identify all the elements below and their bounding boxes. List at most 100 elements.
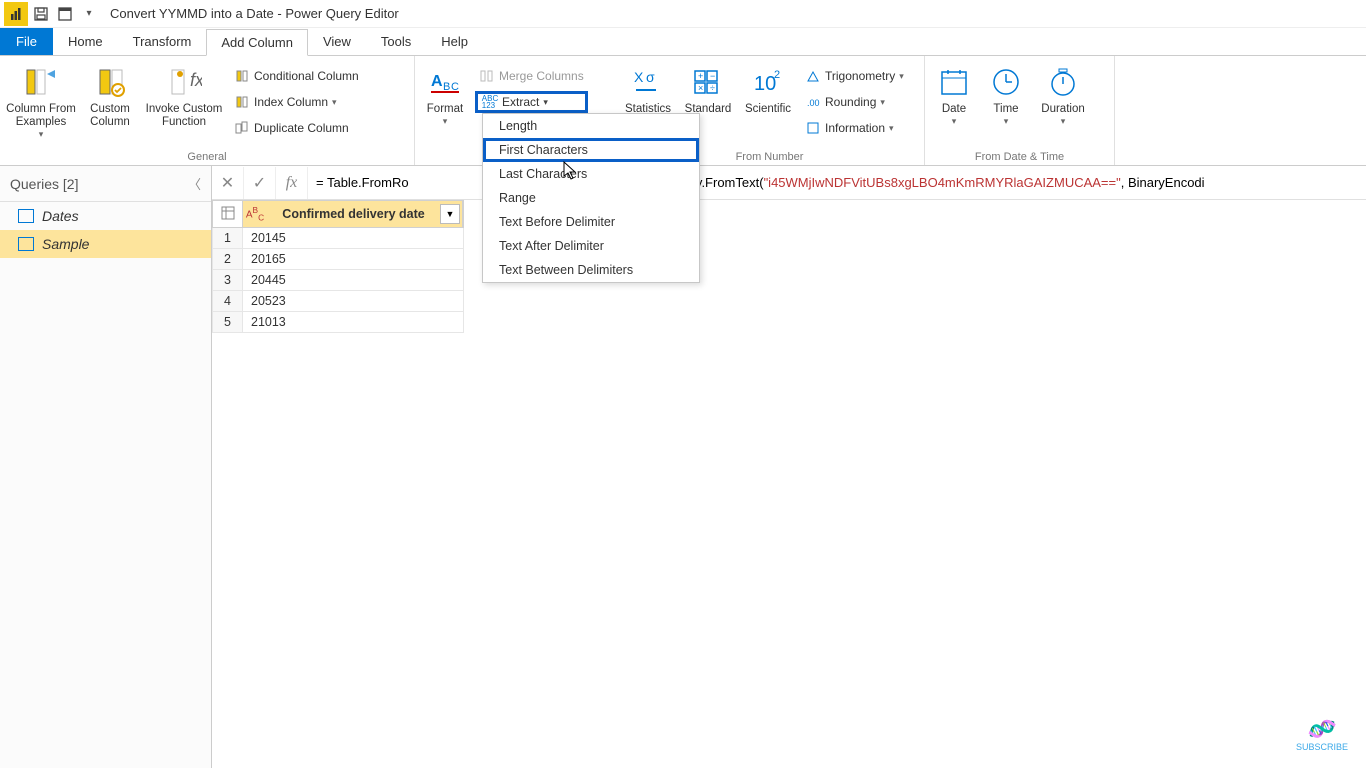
collapse-queries-button[interactable]: 〈 <box>188 174 201 193</box>
table-row[interactable]: 521013 <box>213 312 464 333</box>
data-grid-wrapper: ABC Confirmed delivery date ▼ 120145 220… <box>212 200 1366 768</box>
table-row[interactable]: 320445 <box>213 270 464 291</box>
dropdown-item-length[interactable]: Length <box>483 114 699 138</box>
tab-transform[interactable]: Transform <box>118 28 207 55</box>
svg-text:σ: σ <box>646 69 655 85</box>
extract-dropdown: Length First Characters Last Characters … <box>482 113 700 283</box>
group-general: Column From Examples ▾ Custom Column fx … <box>0 56 415 165</box>
ribbon-tabs: File Home Transform Add Column View Tool… <box>0 28 1366 56</box>
standard-button[interactable]: +−×÷ Standard <box>681 60 735 116</box>
tab-tools[interactable]: Tools <box>366 28 426 55</box>
group-from-datetime: Date ▾ Time ▾ Duration ▾ From Date & Tim… <box>925 56 1115 165</box>
dropdown-item-first-characters[interactable]: First Characters <box>483 138 699 162</box>
extract-icon: ABC123 <box>482 94 498 110</box>
qat-dropdown-icon[interactable] <box>54 3 76 25</box>
table-icon <box>18 237 34 251</box>
format-button[interactable]: ABC Format ▾ <box>421 60 469 127</box>
scientific-button[interactable]: 102 Scientific <box>741 60 795 116</box>
information-icon <box>805 120 821 136</box>
invoke-custom-function-icon: fx <box>166 64 202 100</box>
svg-text:fx: fx <box>190 70 202 90</box>
table-row[interactable]: 120145 <box>213 228 464 249</box>
chevron-down-icon: ▾ <box>39 129 44 139</box>
dropdown-item-range[interactable]: Range <box>483 186 699 210</box>
chevron-down-icon: ▾ <box>443 116 448 126</box>
duration-button[interactable]: Duration ▾ <box>1035 60 1091 127</box>
trigonometry-icon <box>805 68 821 84</box>
group-label-from-datetime: From Date & Time <box>931 149 1108 165</box>
rounding-button[interactable]: .00Rounding ▾ <box>801 91 908 113</box>
rounding-icon: .00 <box>805 94 821 110</box>
chevron-down-icon: ▾ <box>1061 116 1066 126</box>
time-button[interactable]: Time ▾ <box>983 60 1029 127</box>
dropdown-item-text-after-delimiter[interactable]: Text After Delimiter <box>483 234 699 258</box>
data-type-icon[interactable]: ABC <box>243 205 267 222</box>
formula-bar: ✕ ✓ fx = Table.FromRompress(Binary.FromT… <box>212 166 1366 200</box>
data-grid: ABC Confirmed delivery date ▼ 120145 220… <box>212 200 464 333</box>
information-button[interactable]: Information ▾ <box>801 117 908 139</box>
formula-text[interactable]: = Table.FromRompress(Binary.FromText("i4… <box>308 175 1366 191</box>
duplicate-column-icon <box>234 120 250 136</box>
svg-text:.00: .00 <box>807 98 820 108</box>
formula-fx-button[interactable]: fx <box>276 167 308 199</box>
formula-cancel-button[interactable]: ✕ <box>212 167 244 199</box>
svg-text:10: 10 <box>754 73 776 95</box>
extract-button[interactable]: ABC123Extract ▾ <box>475 91 588 113</box>
query-item-sample[interactable]: Sample <box>0 230 211 258</box>
table-row[interactable]: 220165 <box>213 249 464 270</box>
conditional-column-button[interactable]: Conditional Column <box>230 65 363 87</box>
index-column-button[interactable]: Index Column ▾ <box>230 91 363 113</box>
watermark: 🧬 SUBSCRIBE <box>1296 717 1348 752</box>
app-icon <box>4 2 28 26</box>
date-button[interactable]: Date ▾ <box>931 60 977 127</box>
custom-column-icon <box>92 64 128 100</box>
tab-home[interactable]: Home <box>53 28 118 55</box>
standard-icon: +−×÷ <box>690 64 726 100</box>
queries-panel: Queries [2] 〈 Dates Sample <box>0 166 212 768</box>
dropdown-item-last-characters[interactable]: Last Characters <box>483 162 699 186</box>
column-filter-button[interactable]: ▼ <box>440 204 460 224</box>
tab-add-column[interactable]: Add Column <box>206 29 308 56</box>
merge-columns-button[interactable]: Merge Columns <box>475 65 588 87</box>
svg-text:Χ: Χ <box>634 69 644 85</box>
tab-view[interactable]: View <box>308 28 366 55</box>
trigonometry-button[interactable]: Trigonometry ▾ <box>801 65 908 87</box>
dropdown-item-text-between-delimiters[interactable]: Text Between Delimiters <box>483 258 699 282</box>
queries-header: Queries [2] 〈 <box>0 166 211 202</box>
save-icon[interactable] <box>30 3 52 25</box>
column-from-examples-button[interactable]: Column From Examples ▾ <box>6 60 76 140</box>
qat-more-icon[interactable]: ▾ <box>78 3 100 25</box>
chevron-down-icon: ▾ <box>1004 116 1009 126</box>
svg-text:÷: ÷ <box>710 83 715 93</box>
index-column-icon <box>234 94 250 110</box>
date-icon <box>936 64 972 100</box>
dropdown-item-text-before-delimiter[interactable]: Text Before Delimiter <box>483 210 699 234</box>
titlebar: ▾ Convert YYMMD into a Date - Power Quer… <box>0 0 1366 28</box>
table-row[interactable]: 420523 <box>213 291 464 312</box>
column-from-examples-icon <box>23 64 59 100</box>
column-header[interactable]: ABC Confirmed delivery date ▼ <box>243 201 464 228</box>
grid-corner[interactable] <box>213 201 243 228</box>
custom-column-button[interactable]: Custom Column <box>82 60 138 129</box>
statistics-button[interactable]: Χσ Statistics <box>621 60 675 116</box>
duration-icon <box>1045 64 1081 100</box>
duplicate-column-button[interactable]: Duplicate Column <box>230 117 363 139</box>
query-item-dates[interactable]: Dates <box>0 202 211 230</box>
chevron-down-icon: ▾ <box>952 116 957 126</box>
format-icon: ABC <box>427 64 463 100</box>
svg-text:×: × <box>698 83 703 93</box>
cursor-icon <box>563 161 579 186</box>
window-title: Convert YYMMD into a Date - Power Query … <box>110 6 399 21</box>
svg-text:A: A <box>431 73 443 90</box>
tab-file[interactable]: File <box>0 28 53 55</box>
invoke-custom-function-button[interactable]: fx Invoke Custom Function <box>144 60 224 129</box>
svg-text:2: 2 <box>774 69 780 81</box>
scientific-icon: 102 <box>750 64 786 100</box>
data-area: ✕ ✓ fx = Table.FromRompress(Binary.FromT… <box>212 166 1366 768</box>
table-icon <box>18 209 34 223</box>
svg-text:−: − <box>710 71 715 81</box>
statistics-icon: Χσ <box>630 64 666 100</box>
tab-help[interactable]: Help <box>426 28 483 55</box>
formula-accept-button[interactable]: ✓ <box>244 167 276 199</box>
conditional-column-icon <box>234 68 250 84</box>
